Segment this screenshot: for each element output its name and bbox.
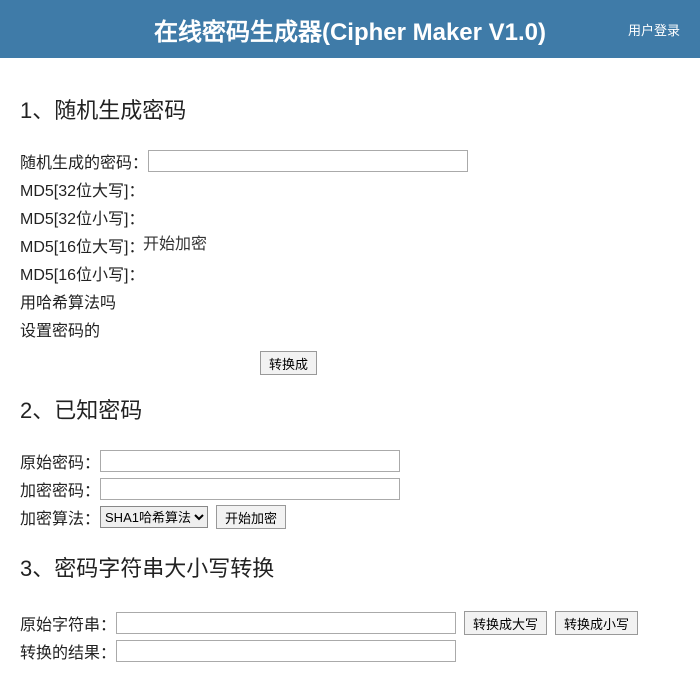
input-original-str[interactable] bbox=[116, 612, 456, 634]
input-encrypted-pwd[interactable] bbox=[100, 478, 400, 500]
label-md5-32a: MD5[32位大写]： bbox=[20, 177, 144, 201]
section1-title: 1、随机生成密码 bbox=[20, 93, 680, 125]
row-original-pwd: 原始密码： bbox=[20, 449, 680, 473]
input-generated[interactable] bbox=[148, 150, 468, 172]
page-title: 在线密码生成器(Cipher Maker V1.0) bbox=[154, 12, 546, 47]
label-hash: 用哈希算法吗 bbox=[20, 289, 116, 313]
row-algorithm: 加密算法： SHA1哈希算法 开始加密 bbox=[20, 505, 680, 529]
main-content: 1、随机生成密码 随机生成的密码： MD5[32位大写]： MD5[32位小写]… bbox=[0, 58, 700, 663]
header-bar: 在线密码生成器(Cipher Maker V1.0) 用户登录 bbox=[0, 0, 700, 58]
label-result-str: 转换的结果： bbox=[20, 639, 116, 663]
label-generated: 随机生成的密码： bbox=[20, 149, 148, 173]
label-md5-32b: MD5[32位小写]： bbox=[20, 205, 144, 229]
label-algorithm: 加密算法： bbox=[20, 505, 100, 529]
label-md5-16b: MD5[16位小写]： bbox=[20, 261, 144, 285]
row-setpwd: 设置密码的 bbox=[20, 317, 680, 341]
convert-row: 转换成 bbox=[20, 345, 680, 381]
label-md5-16a: MD5[16位大写]： bbox=[20, 233, 144, 257]
label-encrypted-pwd: 加密密码： bbox=[20, 477, 100, 501]
label-original-pwd: 原始密码： bbox=[20, 449, 100, 473]
row-md5-16b: MD5[16位小写]： bbox=[20, 261, 680, 285]
row-md5-32a: MD5[32位大写]： bbox=[20, 177, 680, 201]
to-upper-button[interactable]: 转换成大写 bbox=[464, 611, 547, 635]
select-algorithm[interactable]: SHA1哈希算法 bbox=[100, 506, 208, 528]
convert-button[interactable]: 转换成 bbox=[260, 351, 317, 375]
row-original-str: 原始字符串： 转换成大写 转换成小写 bbox=[20, 611, 680, 635]
row-md5-16a: MD5[16位大写]： bbox=[20, 233, 680, 257]
to-lower-button[interactable]: 转换成小写 bbox=[555, 611, 638, 635]
label-setpwd: 设置密码的 bbox=[20, 317, 100, 341]
row-hash: 用哈希算法吗 bbox=[20, 289, 680, 313]
row-result-str: 转换的结果： bbox=[20, 639, 680, 663]
encrypt-button[interactable]: 开始加密 bbox=[216, 505, 286, 529]
label-original-str: 原始字符串： bbox=[20, 611, 116, 635]
row-encrypted-pwd: 加密密码： bbox=[20, 477, 680, 501]
login-link[interactable]: 用户登录 bbox=[628, 20, 680, 39]
section2-title: 2、已知密码 bbox=[20, 393, 680, 425]
input-result-str[interactable] bbox=[116, 640, 456, 662]
input-original-pwd[interactable] bbox=[100, 450, 400, 472]
row-md5-32b: MD5[32位小写]： bbox=[20, 205, 680, 229]
section3-title: 3、密码字符串大小写转换 bbox=[20, 551, 680, 583]
encrypt-button-float[interactable]: 开始加密 bbox=[135, 226, 215, 250]
row-generated: 随机生成的密码： bbox=[20, 149, 680, 173]
